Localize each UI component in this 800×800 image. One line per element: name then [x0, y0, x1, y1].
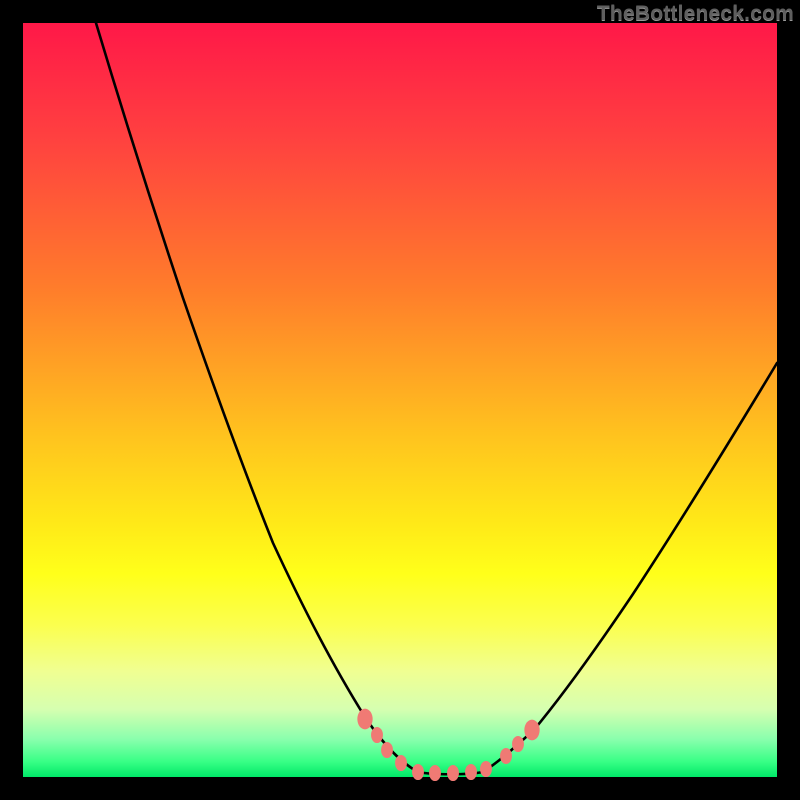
marker-dot: [395, 755, 407, 771]
marker-dot: [512, 736, 524, 752]
marker-dot: [524, 720, 539, 741]
frame: TheBottleneck.com: [0, 0, 800, 800]
watermark: TheBottleneck.com: [597, 2, 794, 26]
curve-layer: [23, 23, 777, 777]
marker-dot: [465, 764, 477, 780]
marker-dot: [357, 709, 372, 730]
left-curve: [96, 23, 418, 772]
markers-group: [357, 709, 539, 781]
marker-dot: [500, 748, 512, 764]
marker-dot: [429, 765, 441, 781]
marker-dot: [447, 765, 459, 781]
marker-dot: [412, 764, 424, 780]
marker-dot: [480, 761, 492, 777]
marker-dot: [381, 742, 393, 758]
right-curve: [483, 363, 777, 772]
marker-dot: [371, 727, 383, 743]
